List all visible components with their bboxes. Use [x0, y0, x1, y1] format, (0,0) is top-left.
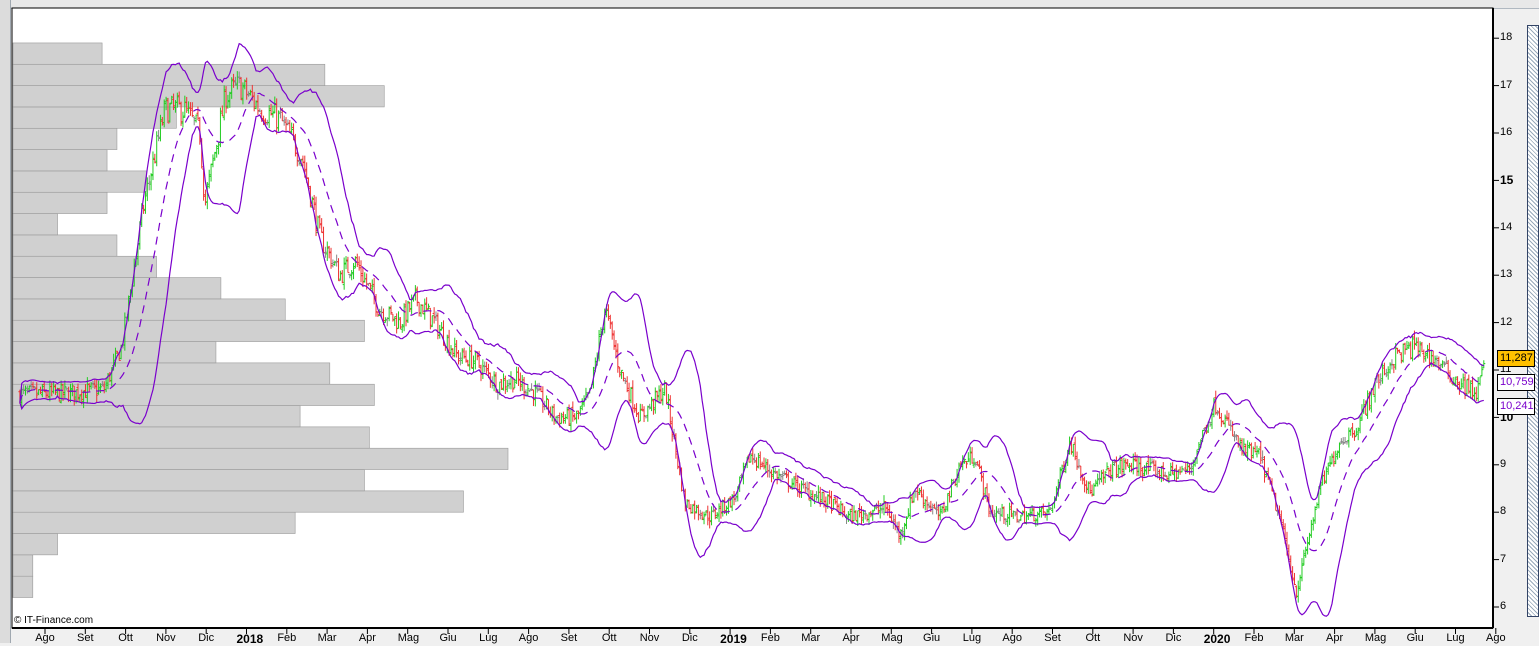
volume-profile-bar	[12, 170, 147, 193]
x-tick-label: Feb	[760, 632, 780, 644]
volume-profile-bar	[12, 149, 108, 172]
x-tick-label: Set	[560, 632, 578, 644]
volume-profile-bar	[12, 213, 58, 236]
volume-profile-bar	[12, 191, 108, 214]
y-tick-label: 8	[1500, 505, 1507, 518]
x-tick-label: Lug	[1446, 632, 1465, 644]
chart-window: © IT-Finance.com 18 17 16 15 14 13 12 11 10 9 8 7 6 …	[0, 0, 1539, 646]
x-tick-label: Dic	[681, 632, 698, 644]
x-tick-label: 2020	[1203, 632, 1231, 646]
x-tick-label: Lug	[962, 632, 982, 644]
x-tick-label: Set	[77, 632, 94, 644]
volume-profile-bar	[12, 234, 118, 257]
x-tick-label: Ago	[518, 632, 539, 644]
volume-profile-bar	[12, 447, 509, 470]
x-tick-label: Apr	[842, 632, 860, 644]
credit-label: © IT-Finance.com	[14, 615, 94, 626]
x-tick-label: 2018	[236, 632, 264, 646]
x-tick-label: Set	[1044, 632, 1061, 644]
x-tick-label: Dic	[1165, 632, 1182, 644]
x-tick-label: Giu	[923, 632, 941, 644]
y-tick-label: 12	[1500, 315, 1513, 328]
lower-band-box: 10,241	[1497, 398, 1535, 415]
x-tick-label: Ago	[1486, 632, 1506, 644]
x-tick-label: Giu	[439, 632, 457, 644]
y-tick-label: 9	[1500, 457, 1507, 470]
x-tick-label: Mag	[1364, 632, 1387, 644]
x-tick-label: Mar	[801, 632, 821, 644]
x-tick-label: 2019	[720, 632, 747, 646]
volume-profile-bar	[12, 490, 464, 513]
volume-profile-bar	[12, 533, 58, 556]
y-tick-label: 13	[1500, 268, 1513, 281]
x-tick-label: Apr	[1326, 632, 1344, 644]
x-tick-label: Ago	[35, 632, 55, 644]
volume-profile-bar	[12, 383, 375, 406]
volume-profile-bar	[12, 42, 103, 65]
volume-profile-bar	[12, 106, 177, 129]
x-tick-label: Mar	[317, 632, 337, 644]
volume-profile-bar	[12, 575, 34, 598]
y-tick-label: 17	[1500, 78, 1513, 91]
x-tick-label: Mag	[397, 632, 420, 644]
x-tick-label: Ott	[601, 632, 617, 644]
volume-profile-bar	[12, 277, 222, 300]
last-close-box: 11,287	[1497, 350, 1535, 367]
x-tick-label: Dic	[198, 632, 215, 644]
y-tick-label: 15	[1500, 173, 1514, 188]
x-tick-label: Ago	[1002, 632, 1022, 644]
volume-profile-bar	[12, 63, 326, 86]
volume-profile-bar	[12, 554, 34, 577]
x-tick-label: Mar	[1284, 632, 1304, 644]
x-tick-label: Nov	[1123, 632, 1143, 644]
x-tick-label: Giu	[1406, 632, 1424, 644]
volume-profile-bar	[12, 319, 365, 342]
volume-profile-bar	[12, 511, 296, 534]
y-tick-label: 14	[1500, 220, 1513, 233]
volume-profile-bar	[12, 362, 331, 385]
x-tick-label: Apr	[358, 632, 376, 644]
volume-profile-bar	[12, 469, 365, 492]
volume-profile-bar	[12, 426, 370, 449]
x-tick-label: Nov	[639, 632, 660, 644]
x-tick-label: Nov	[156, 632, 176, 644]
x-tick-label: Lug	[479, 632, 498, 644]
y-tick-label: 7	[1500, 552, 1507, 565]
volume-profile-bar	[12, 127, 118, 150]
y-tick-label: 6	[1500, 600, 1507, 612]
volume-profile-bar	[12, 298, 286, 321]
price-chart	[11, 7, 1499, 634]
x-tick-label: Ott	[118, 632, 133, 644]
x-tick-label: Feb	[277, 632, 297, 644]
x-tick-label: Feb	[1244, 632, 1264, 644]
volume-profile-bar	[12, 85, 385, 108]
volume-profile-bar	[12, 405, 301, 428]
x-tick-label: Mag	[881, 632, 903, 644]
x-tick-label: Ott	[1085, 632, 1101, 644]
y-tick-label: 18	[1500, 31, 1513, 44]
upper-band-box: 10,759	[1497, 374, 1535, 391]
y-tick-label: 16	[1500, 126, 1513, 138]
